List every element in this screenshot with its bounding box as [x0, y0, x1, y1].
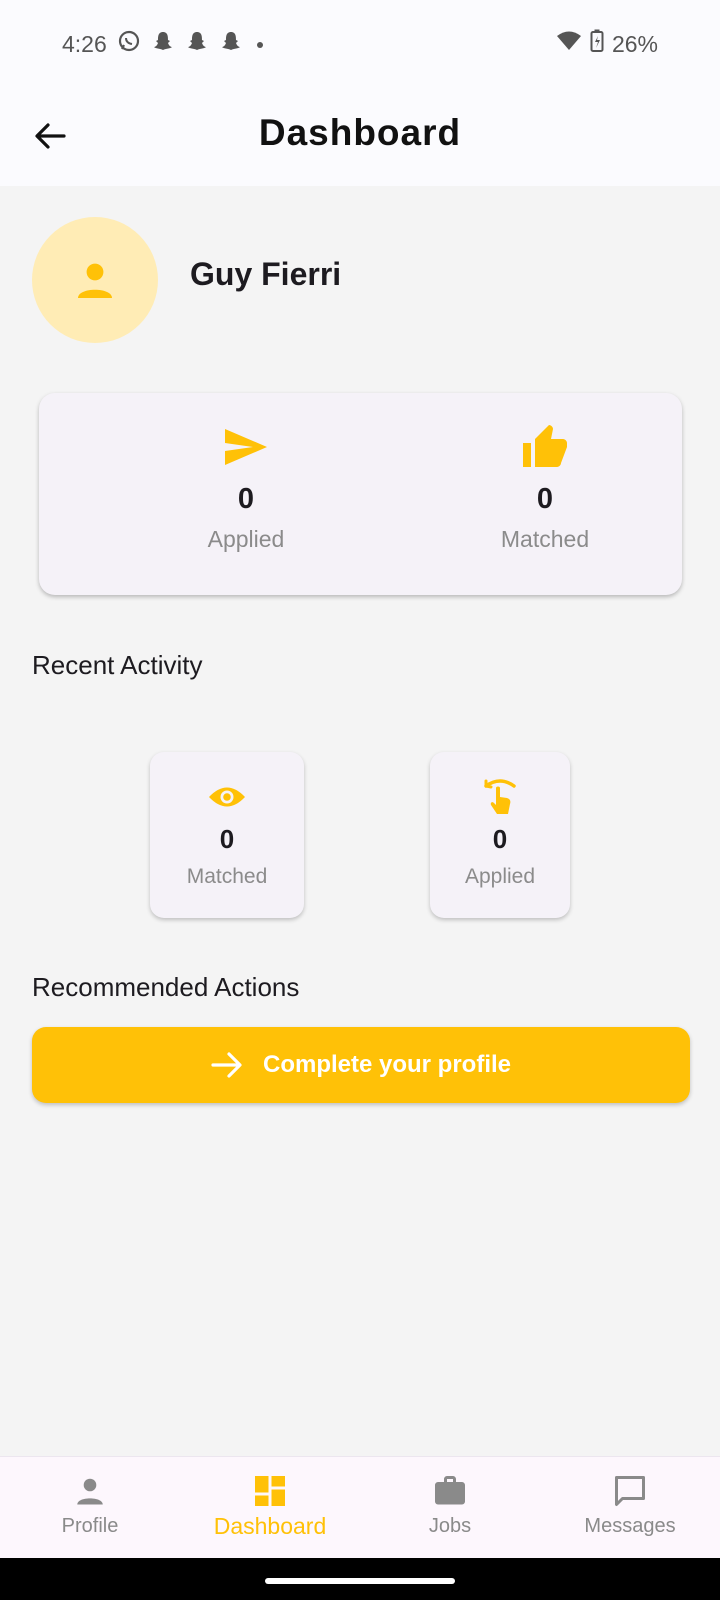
battery-percent: 26% [611, 30, 658, 57]
recent-activity-title: Recent Activity [32, 650, 203, 680]
person-icon [77, 1478, 103, 1505]
complete-profile-button[interactable]: Complete your profile [32, 1027, 690, 1103]
activity-matched-count: 0 [219, 824, 235, 854]
complete-profile-label: Complete your profile [262, 1051, 512, 1078]
nav-label-dashboard: Dashboard [213, 1513, 327, 1539]
snapchat-icon [219, 29, 243, 59]
applied-label: Applied [207, 526, 285, 552]
applied-count: 0 [237, 483, 255, 515]
activity-matched-label: Matched [186, 865, 268, 888]
person-icon [78, 263, 112, 298]
avatar[interactable] [32, 217, 158, 343]
home-gesture-handle[interactable] [265, 1578, 455, 1584]
status-left: 4:26 [62, 29, 267, 59]
arrow-right-icon [211, 1052, 242, 1078]
gesture-bar [0, 1558, 720, 1600]
briefcase-icon [435, 1476, 465, 1505]
message-icon [615, 1476, 645, 1506]
nav-label-jobs: Jobs [428, 1515, 472, 1537]
nav-label-profile: Profile [61, 1515, 119, 1537]
snapchat-icon [185, 29, 209, 59]
matched-label: Matched [500, 526, 590, 552]
eye-icon [150, 778, 304, 816]
nav-item-jobs[interactable]: Jobs [360, 1457, 540, 1558]
activity-applied-count: 0 [492, 824, 508, 854]
wifi-icon [556, 30, 582, 58]
user-name: Guy Fierri [190, 256, 342, 292]
whatsapp-icon [117, 29, 141, 59]
recommended-actions-title: Recommended Actions [32, 972, 300, 1002]
touch-icon [430, 778, 570, 816]
activity-card-applied[interactable]: 0 Applied [430, 752, 570, 918]
activity-card-matched[interactable]: 0 Matched [150, 752, 304, 918]
thumbs-up-icon [435, 423, 655, 471]
matched-count: 0 [536, 483, 554, 515]
activity-applied-label: Applied [464, 865, 536, 888]
app-bar: Dashboard [0, 88, 720, 186]
page-title: Dashboard [258, 112, 462, 153]
status-right: 26% [556, 29, 658, 59]
send-icon [136, 423, 356, 471]
status-bar: 4:26 26% [0, 0, 720, 88]
status-time: 4:26 [62, 30, 107, 57]
stat-matched: 0 Matched [435, 423, 655, 553]
nav-label-messages: Messages [584, 1515, 676, 1537]
nav-item-profile[interactable]: Profile [0, 1457, 180, 1558]
dashboard-icon [255, 1476, 285, 1506]
dot-icon [253, 31, 267, 58]
battery-icon [590, 29, 604, 59]
bottom-nav: Profile Dashboard Jobs Messages [0, 1456, 720, 1558]
nav-item-messages[interactable]: Messages [540, 1457, 720, 1558]
nav-item-dashboard[interactable]: Dashboard [180, 1457, 360, 1558]
snapchat-icon [151, 29, 175, 59]
stats-card: 0 Applied 0 Matched [39, 393, 682, 595]
stat-applied: 0 Applied [136, 423, 356, 553]
